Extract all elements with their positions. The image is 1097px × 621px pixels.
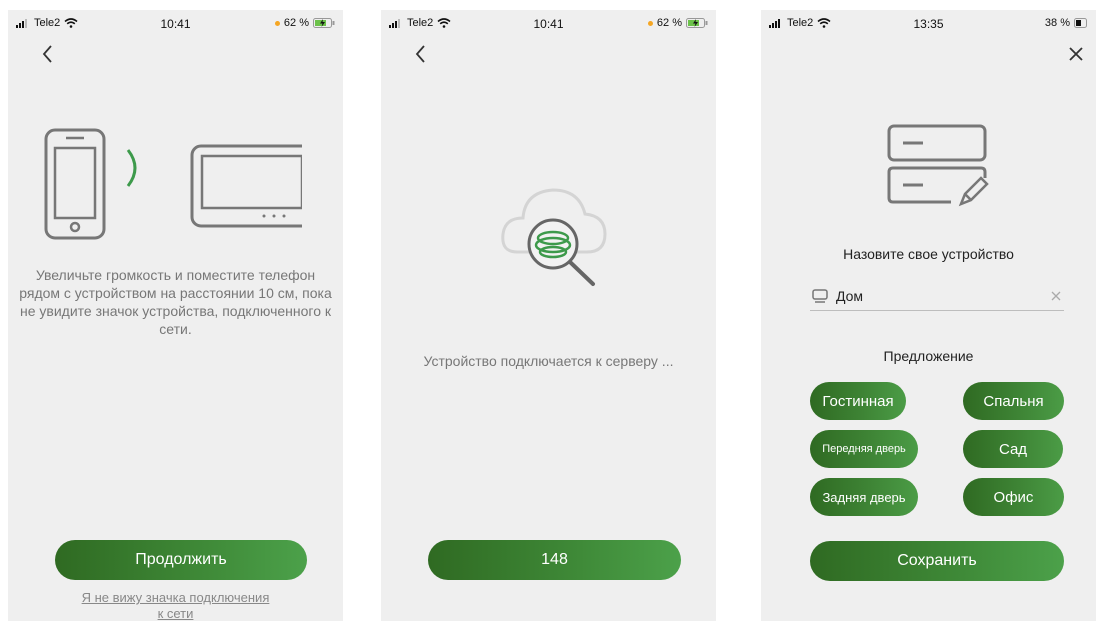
signal-wave-icon <box>126 149 137 187</box>
back-chevron-icon[interactable] <box>409 42 433 66</box>
server-icon <box>887 124 987 204</box>
battery-group: 38 % <box>1045 17 1088 29</box>
suggestion-chip-bedroom[interactable]: Спальня <box>963 382 1064 420</box>
close-icon[interactable] <box>1064 42 1088 66</box>
screen-name-device: Tele2 13:35 38 % Назовите свое устройств… <box>761 10 1096 621</box>
battery-group: 62 % <box>647 17 708 29</box>
suggestion-chip-back-door[interactable]: Задняя дверь <box>810 478 918 516</box>
indicator-dot-icon <box>274 20 280 26</box>
name-prompt-label: Назовите свое устройство <box>843 246 1014 262</box>
suggestion-chip-office[interactable]: Офис <box>963 478 1064 516</box>
connecting-status-text: Устройство подключается к серверу ... <box>423 353 674 369</box>
cloud-search-illustration <box>501 188 607 286</box>
continue-button[interactable]: Продолжить <box>55 540 307 580</box>
link-line-1: Я не вижу значка подключения <box>81 590 270 605</box>
save-button[interactable]: Сохранить <box>810 541 1064 581</box>
clear-icon[interactable] <box>1050 290 1062 302</box>
status-bar: Tele2 10:41 62 % <box>8 10 343 36</box>
indicator-dot-icon <box>647 20 653 26</box>
battery-charging-icon <box>313 18 335 28</box>
phone-near-monitor-illustration <box>44 128 302 240</box>
suggestion-chip-garden[interactable]: Сад <box>963 430 1063 468</box>
device-name-field[interactable]: Дом <box>810 286 1064 311</box>
pencil-icon <box>958 176 989 207</box>
countdown-button[interactable]: 148 <box>428 540 681 580</box>
suggestion-chip-front-door[interactable]: Передняя дверь <box>810 430 918 468</box>
suggestion-chip-living-room[interactable]: Гостинная <box>810 382 906 420</box>
battery-icon <box>1074 18 1087 28</box>
suggestion-title: Предложение <box>883 348 974 364</box>
device-icon <box>812 289 828 303</box>
status-bar: Tele2 10:41 62 % <box>381 10 716 36</box>
pairing-instruction-text: Увеличьте громкость и поместите телефон … <box>19 267 332 337</box>
battery-group: 62 % <box>274 17 335 29</box>
status-bar: Tele2 13:35 38 % <box>761 10 1096 36</box>
device-name-value: Дом <box>836 288 864 304</box>
no-connection-icon-link[interactable]: Я не вижу значка подключения к сети <box>28 590 323 621</box>
screen-pairing-instructions: Tele2 10:41 62 % Увеличьте громкость и п… <box>8 10 343 621</box>
phone-icon <box>44 128 106 240</box>
monitor-icon <box>190 144 302 228</box>
battery-percent: 62 % <box>283 17 309 29</box>
device-rename-illustration <box>887 124 989 207</box>
battery-percent: 62 % <box>656 17 682 29</box>
battery-charging-icon <box>686 18 708 28</box>
screen-connecting: Tele2 10:41 62 % Устройство подключается… <box>381 10 716 621</box>
back-chevron-icon[interactable] <box>36 42 60 66</box>
battery-percent: 38 % <box>1044 17 1070 29</box>
link-line-2: к сети <box>157 606 194 621</box>
